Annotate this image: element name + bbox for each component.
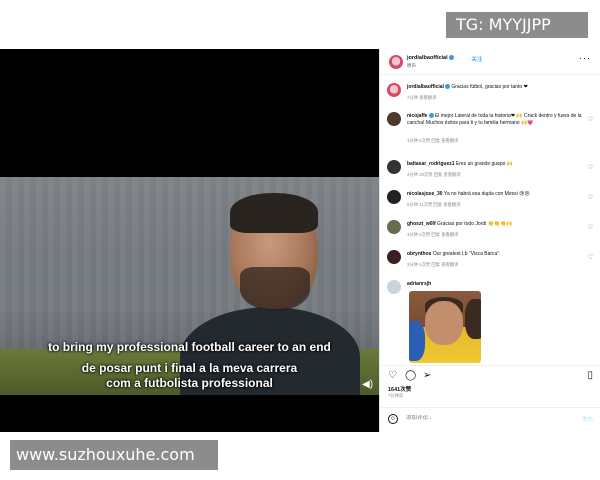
- subtitle-catalan-line2: com a futbolista professional: [106, 376, 273, 390]
- comment-like-icon[interactable]: ♡: [588, 164, 593, 171]
- post-comment-button[interactable]: 发布: [582, 415, 593, 423]
- comment-icon[interactable]: ◯: [405, 370, 416, 381]
- comment-meta[interactable]: 5分钟 11次赞 回复 查看翻译: [407, 202, 460, 208]
- caption-meta[interactable]: 7分钟 查看翻译: [407, 95, 436, 101]
- share-icon[interactable]: ➢: [423, 370, 431, 381]
- comment-like-icon[interactable]: ♡: [588, 254, 593, 261]
- comment-username[interactable]: adrianrsjh: [407, 281, 431, 287]
- comment-input[interactable]: [406, 415, 556, 421]
- post-actions: ♡ ◯ ➢ ▯: [380, 365, 600, 385]
- comment-avatar[interactable]: [387, 112, 401, 126]
- comment-text: nicolasjose_30 Ya no habrá esa dupla con…: [407, 191, 530, 197]
- comment-username[interactable]: obrynthos: [407, 251, 431, 257]
- person-beard: [240, 267, 310, 311]
- follow-button[interactable]: · 关注: [468, 55, 482, 63]
- post-date: 7分钟前: [388, 393, 404, 398]
- comment-text: obrynthos Our greatest Lb "Visca Barca": [407, 251, 500, 257]
- emoji-icon[interactable]: ☺: [388, 414, 398, 424]
- likes-count[interactable]: 1641次赞: [388, 385, 411, 393]
- bookmark-icon[interactable]: ▯: [587, 370, 593, 381]
- verified-icon: [428, 113, 434, 119]
- comment-username[interactable]: baltasar_rodriguez1: [407, 161, 455, 167]
- author-username[interactable]: jordialbaofficial: [407, 55, 454, 61]
- watermark-top: TG: MYYJJPP: [446, 12, 588, 38]
- comment-username[interactable]: nicolasjose_30: [407, 191, 443, 197]
- comment-avatar[interactable]: [387, 160, 401, 174]
- comment-like-icon[interactable]: ♡: [588, 224, 593, 231]
- person-hair: [230, 193, 318, 233]
- comment-like-icon[interactable]: ♡: [588, 116, 593, 123]
- subtitle-english: to bring my professional football career…: [48, 340, 331, 354]
- comment-text: nicojaffe El mejor Lateral de toda la hi…: [407, 113, 582, 126]
- comment-meta[interactable]: 3分钟 2次赞 回复 查看翻译: [407, 232, 458, 238]
- caption-avatar[interactable]: [387, 83, 401, 97]
- comment-like-icon[interactable]: ♡: [588, 194, 593, 201]
- sticker-face: [425, 301, 463, 345]
- caption-username[interactable]: jordialbaofficial: [407, 84, 444, 90]
- sticker-figure-left: [409, 321, 425, 361]
- more-options-icon[interactable]: ···: [579, 53, 591, 63]
- comment-username[interactable]: ghoszt_w0lf: [407, 221, 436, 227]
- comment-text: ghoszt_w0lf Gracias por todo Jordi 👏👏👏🙌: [407, 221, 513, 227]
- comment-text: baltasar_rodriguez1 Eres un grande guapo…: [407, 161, 514, 167]
- comment-avatar[interactable]: [387, 190, 401, 204]
- comment-username[interactable]: nicojaffe: [407, 113, 428, 119]
- sticker-figure-right: [465, 299, 481, 339]
- subtitle-catalan-line1: de posar punt i final a la meva carrera: [81, 361, 298, 375]
- comment-image-sticker[interactable]: [409, 291, 481, 363]
- comment-text: adrianrsjh: [407, 281, 587, 288]
- verified-icon: [448, 55, 454, 61]
- comment-avatar[interactable]: [387, 280, 401, 294]
- watermark-bottom: www.suzhouxuhe.com: [10, 440, 218, 470]
- verified-icon: [444, 84, 450, 90]
- post-panel: jordialbaofficial · 关注 原声 ··· jordialbao…: [379, 49, 600, 432]
- comment-avatar[interactable]: [387, 250, 401, 264]
- comment-meta[interactable]: 3分钟 4次赞 回复 查看翻译: [407, 262, 458, 268]
- post-header: jordialbaofficial · 关注 原声 ···: [380, 49, 600, 75]
- sound-icon[interactable]: ◀): [362, 379, 373, 390]
- author-avatar[interactable]: [389, 55, 403, 69]
- caption-text: jordialbaofficial Gracias fútbol, gracia…: [407, 84, 528, 90]
- heart-icon[interactable]: ♡: [388, 370, 397, 381]
- comment-meta[interactable]: 3分钟 20次赞 回复 查看翻译: [407, 172, 461, 178]
- add-comment-bar: ☺ 发布: [380, 407, 600, 431]
- comment-avatar[interactable]: [387, 220, 401, 234]
- video-player[interactable]: to bring my professional football career…: [0, 49, 379, 432]
- comment-meta[interactable]: 3分钟 6次赞 回复 查看翻译: [407, 138, 458, 144]
- audio-label[interactable]: 原声: [407, 63, 416, 69]
